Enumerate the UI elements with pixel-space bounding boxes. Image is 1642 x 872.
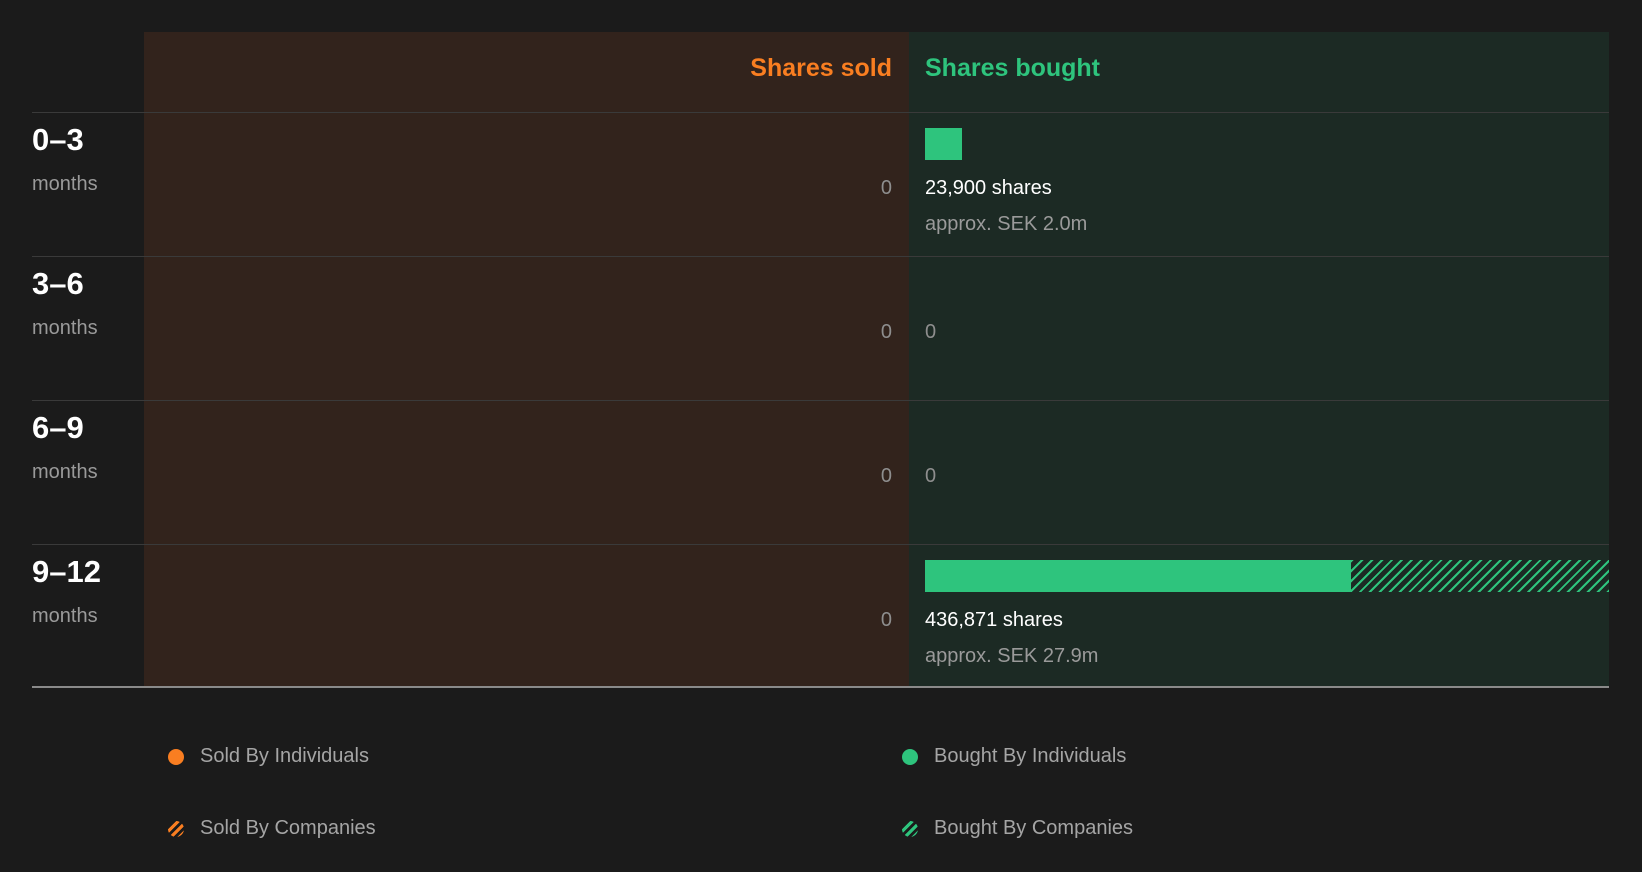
row-divider <box>32 256 1609 257</box>
period-label: 6–9 <box>32 410 84 445</box>
green-striped-dot-icon <box>902 820 918 837</box>
orange-dot-icon <box>168 748 184 765</box>
legend-sold-individuals: Sold By Individuals <box>168 745 369 768</box>
shares-sold-header: Shares sold <box>750 54 892 82</box>
sold-value: 0 <box>880 321 892 343</box>
bar-bought-individuals <box>925 560 1351 592</box>
legend-bought-companies: Bought By Companies <box>902 817 1133 840</box>
legend-bought-individuals: Bought By Individuals <box>902 745 1126 768</box>
sold-column-background <box>144 32 909 687</box>
sold-value: 0 <box>880 609 892 631</box>
chart-baseline <box>32 686 1609 688</box>
orange-striped-dot-icon <box>168 820 184 837</box>
bought-value: approx. SEK 2.0m <box>925 213 1088 235</box>
period-unit: months <box>32 461 98 483</box>
row-divider <box>32 112 1609 113</box>
row-divider <box>32 544 1609 545</box>
bar-bought-companies <box>1350 560 1609 592</box>
sold-value: 0 <box>880 465 892 487</box>
legend-label: Bought By Companies <box>934 817 1134 839</box>
legend-label: Sold By Companies <box>200 817 376 839</box>
green-dot-icon <box>902 748 918 765</box>
period-label: 0–3 <box>32 122 84 157</box>
period-unit: months <box>32 173 98 195</box>
period-label: 3–6 <box>32 266 84 301</box>
bar-bought-individuals <box>925 128 963 160</box>
bought-value: 0 <box>925 321 937 343</box>
bought-shares: 23,900 shares <box>925 177 1052 199</box>
bought-shares: 436,871 shares <box>925 609 1063 631</box>
legend-sold-companies: Sold By Companies <box>168 817 376 840</box>
period-unit: months <box>32 605 98 627</box>
shares-bought-header: Shares bought <box>925 54 1101 82</box>
period-unit: months <box>32 317 98 339</box>
period-label: 9–12 <box>32 554 101 589</box>
sold-value: 0 <box>880 177 892 199</box>
row-divider <box>32 400 1609 401</box>
legend-label: Bought By Individuals <box>934 745 1127 767</box>
bought-value: approx. SEK 27.9m <box>925 645 1099 667</box>
bought-value: 0 <box>925 465 937 487</box>
legend-label: Sold By Individuals <box>200 745 369 767</box>
